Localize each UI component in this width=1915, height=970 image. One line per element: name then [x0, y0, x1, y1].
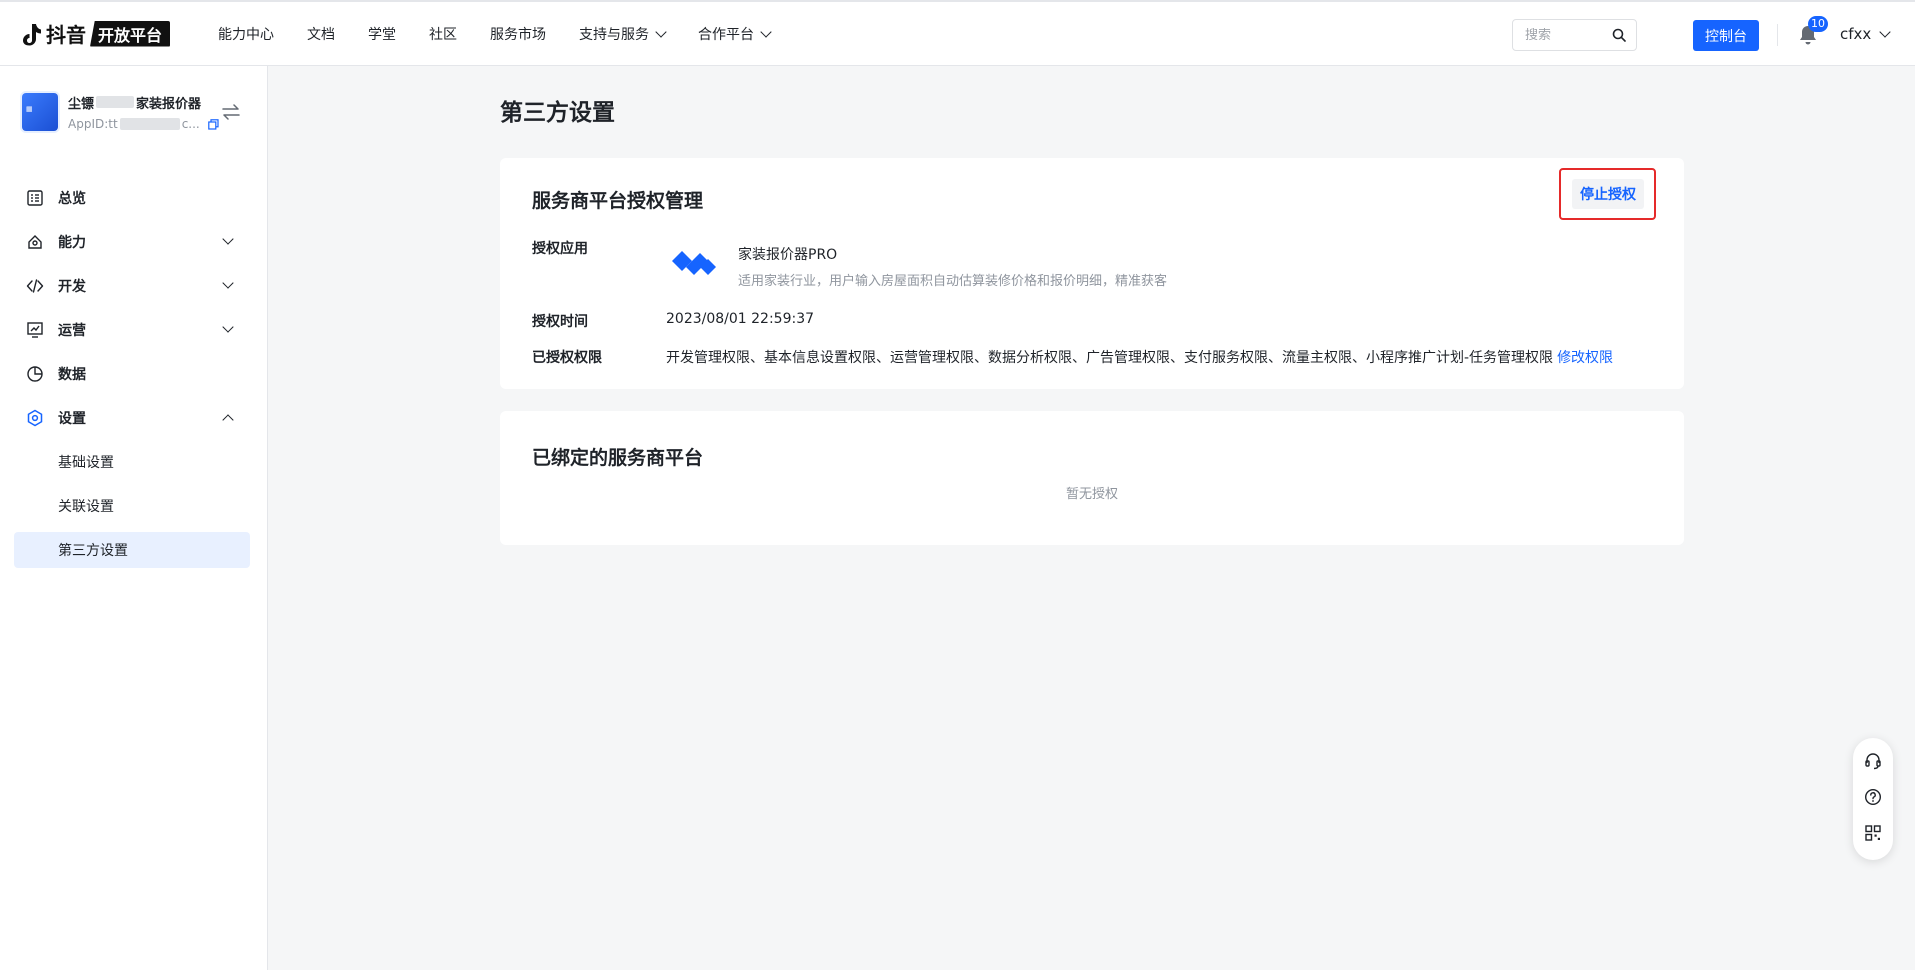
- search-input[interactable]: [1525, 27, 1605, 43]
- permissions-label: 已授权权限: [532, 350, 602, 366]
- app-name: 尘镖 家装报价器: [68, 93, 219, 112]
- chevron-down-icon: [222, 321, 234, 333]
- sidebar-subitem-third-party-settings[interactable]: 第三方设置: [14, 532, 250, 568]
- search-box: [1512, 19, 1637, 51]
- customer-service-icon[interactable]: [1864, 752, 1882, 770]
- app-id-suffix: c...: [181, 117, 200, 131]
- chevron-down-icon: [655, 25, 667, 38]
- sidebar-item-capability[interactable]: 能力: [14, 224, 250, 260]
- sidebar-item-label: 数据: [58, 367, 86, 383]
- highlight-box: 停止授权: [1559, 168, 1656, 220]
- nav-label: 服务市场: [490, 26, 547, 43]
- pie-chart-icon: [27, 366, 43, 382]
- nav-partner[interactable]: 合作平台: [698, 24, 772, 44]
- divider: [1777, 24, 1778, 46]
- app-id: AppID:tt c...: [68, 117, 219, 131]
- overview-icon: [27, 190, 43, 206]
- side-menu: 总览 能力 开发 运营 数据 设置 基础设置 关联设置 第三方设置: [14, 180, 250, 576]
- sidebar-subitem-basic-settings[interactable]: 基础设置: [14, 444, 250, 480]
- nav-community[interactable]: 社区: [429, 24, 457, 44]
- modify-permissions-link[interactable]: 修改权限: [1557, 350, 1613, 366]
- chevron-down-icon: [222, 277, 234, 289]
- qrcode-icon[interactable]: [1864, 824, 1882, 842]
- app-name-prefix: 尘镖: [68, 97, 95, 112]
- app-icon: ▦: [22, 93, 58, 131]
- auth-app-label: 授权应用: [532, 241, 588, 257]
- empty-state-text: 暂无授权: [1065, 487, 1118, 502]
- code-icon: [26, 279, 44, 293]
- logo[interactable]: 抖音 开放平台: [20, 19, 171, 48]
- help-icon[interactable]: [1864, 788, 1882, 806]
- card-title: 服务商平台授权管理: [532, 190, 704, 212]
- nav-label: 合作平台: [698, 26, 755, 43]
- permissions-list: 开发管理权限、基本信息设置权限、运营管理权限、数据分析权限、广告管理权限、支付服…: [666, 350, 1554, 366]
- sidebar: ▦ 尘镖 家装报价器 AppID:tt c... 总览 能力 开发 运营 数据 …: [0, 66, 268, 970]
- chevron-down-icon: [760, 25, 772, 38]
- sidebar-item-develop[interactable]: 开发: [14, 268, 250, 304]
- nav-docs[interactable]: 文档: [307, 24, 335, 44]
- nav-label: 学堂: [368, 26, 397, 43]
- nav-label: 社区: [429, 26, 458, 43]
- service-provider-logo: [672, 251, 716, 275]
- auth-app-description: 适用家装行业，用户输入房屋面积自动估算装修价格和报价明细，精准获客: [738, 274, 1168, 289]
- copy-icon[interactable]: [207, 118, 219, 130]
- nav-academy[interactable]: 学堂: [368, 24, 396, 44]
- nav-label: 支持与服务: [579, 26, 650, 43]
- notification-badge: 10: [1808, 16, 1828, 32]
- sidebar-item-label: 总览: [58, 191, 86, 207]
- sidebar-item-label: 开发: [58, 279, 86, 295]
- brand-name: 抖音: [46, 23, 86, 47]
- stop-authorization-button[interactable]: 停止授权: [1572, 179, 1644, 209]
- app-name-suffix: 家装报价器: [136, 97, 202, 112]
- sidebar-item-label: 运营: [58, 323, 86, 339]
- sidebar-item-data[interactable]: 数据: [14, 356, 250, 392]
- nav-capability-center[interactable]: 能力中心: [218, 24, 274, 44]
- auth-time-value: 2023/08/01 22:59:37: [666, 311, 815, 327]
- user-menu[interactable]: cfxx: [1840, 25, 1891, 43]
- sidebar-item-overview[interactable]: 总览: [14, 180, 250, 216]
- auth-management-card: 服务商平台授权管理 停止授权 授权应用 家装报价器PRO 适用家装行业，用户输入…: [500, 158, 1684, 389]
- floating-toolbar: [1853, 738, 1893, 860]
- sidebar-item-settings[interactable]: 设置: [14, 400, 250, 436]
- switch-app-icon[interactable]: [222, 104, 240, 120]
- douyin-note-icon: [23, 23, 41, 45]
- settings-icon: [27, 409, 43, 427]
- bound-providers-card: 已绑定的服务商平台 暂无授权: [500, 411, 1684, 545]
- redacted-mask: [96, 96, 135, 108]
- auth-app-name: 家装报价器PRO: [738, 247, 838, 263]
- sidebar-item-label: 能力: [58, 235, 86, 251]
- nav-support[interactable]: 支持与服务: [579, 24, 667, 44]
- nav-label: 文档: [307, 26, 336, 43]
- sidebar-item-operation[interactable]: 运营: [14, 312, 250, 348]
- app-id-prefix: AppID:tt: [68, 117, 118, 131]
- app-meta: 尘镖 家装报价器 AppID:tt c...: [68, 93, 219, 131]
- chevron-down-icon: [1879, 26, 1891, 38]
- search-icon[interactable]: [1612, 28, 1626, 42]
- permissions-value: 开发管理权限、基本信息设置权限、运营管理权限、数据分析权限、广告管理权限、支付服…: [666, 347, 1613, 367]
- card-title: 已绑定的服务商平台: [532, 447, 704, 469]
- app-card[interactable]: ▦ 尘镖 家装报价器 AppID:tt c...: [22, 93, 219, 131]
- auth-time-label: 授权时间: [532, 314, 588, 330]
- username: cfxx: [1840, 25, 1872, 43]
- capability-icon: [28, 235, 42, 249]
- main-nav: 能力中心 文档 学堂 社区 服务市场 支持与服务 合作平台: [218, 24, 803, 44]
- nav-service-market[interactable]: 服务市场: [490, 24, 546, 44]
- sidebar-subitem-link-settings[interactable]: 关联设置: [14, 488, 250, 524]
- chevron-up-icon: [222, 414, 234, 426]
- brand-badge: 开放平台: [90, 20, 171, 47]
- page-title: 第三方设置: [500, 100, 615, 126]
- redacted-mask: [119, 118, 180, 130]
- operation-icon: [27, 322, 43, 338]
- sidebar-item-label: 设置: [58, 411, 86, 427]
- top-nav: 抖音 开放平台 能力中心 文档 学堂 社区 服务市场 支持与服务 合作平台 控制…: [0, 0, 1915, 66]
- console-button[interactable]: 控制台: [1693, 20, 1759, 51]
- nav-label: 能力中心: [218, 26, 275, 43]
- app-icon-glyph: ▦: [26, 105, 33, 113]
- chevron-down-icon: [222, 233, 234, 245]
